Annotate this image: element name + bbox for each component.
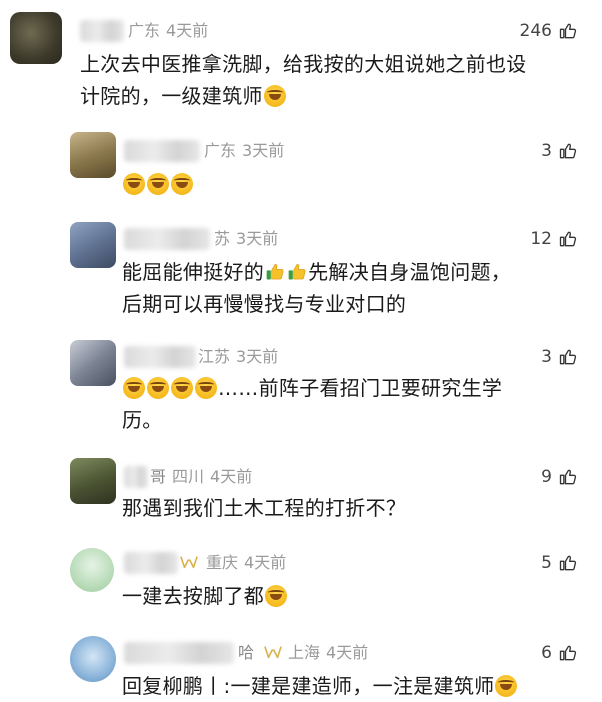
avatar[interactable] bbox=[10, 12, 62, 64]
username-fragment: 哥 bbox=[150, 467, 167, 486]
laugh-emoji-icon bbox=[123, 173, 145, 195]
timestamp: 4天前 bbox=[210, 467, 253, 486]
laugh-emoji-icon bbox=[495, 675, 518, 697]
avatar[interactable] bbox=[70, 340, 116, 386]
laugh-emoji-icon bbox=[123, 377, 145, 399]
thumbs-up-emoji-icon bbox=[265, 261, 285, 283]
timestamp: 4天前 bbox=[166, 21, 209, 40]
laugh-emoji-icon bbox=[171, 173, 193, 195]
location: 江苏 bbox=[198, 347, 231, 366]
username-blurred[interactable] bbox=[124, 552, 178, 574]
comment-text: 那遇到我们土木工程的打折不？ bbox=[122, 492, 406, 524]
comment-meta: 哥四川 4天前 bbox=[150, 466, 252, 488]
timestamp: 3天前 bbox=[236, 347, 279, 366]
laugh-emoji-icon bbox=[171, 377, 193, 399]
thumbs-up-icon bbox=[558, 229, 578, 249]
username-blurred[interactable] bbox=[124, 346, 196, 368]
comment-meta: 广东 3天前 bbox=[204, 140, 284, 162]
thumbs-up-emoji-icon bbox=[287, 261, 307, 283]
comment-text-line: 那遇到我们土木工程的打折不？ bbox=[122, 496, 407, 520]
username-blurred[interactable] bbox=[124, 466, 148, 488]
comment-text-line: 上次去中医推拿洗脚，给我按的大姐说她之前也设 bbox=[80, 52, 527, 76]
thumbs-up-icon bbox=[558, 643, 578, 663]
timestamp: 3天前 bbox=[236, 229, 279, 248]
like-button[interactable]: 3 bbox=[541, 346, 578, 368]
comment-meta: 苏 3天前 bbox=[214, 228, 278, 250]
like-button[interactable]: 12 bbox=[530, 228, 578, 250]
comment-text: 能屈能伸挺好的 先解决自身温饱问题， 后期可以再慢慢找与专业对口的 bbox=[122, 256, 511, 320]
location: 苏 bbox=[214, 229, 231, 248]
location: 广东 bbox=[204, 141, 237, 160]
like-count: 9 bbox=[541, 467, 552, 487]
thumbs-up-icon bbox=[558, 141, 578, 161]
like-button[interactable]: 3 bbox=[541, 140, 578, 162]
thumbs-up-icon bbox=[558, 553, 578, 573]
like-count: 3 bbox=[541, 141, 552, 161]
avatar[interactable] bbox=[70, 458, 116, 504]
location: 广东 bbox=[128, 21, 161, 40]
comment-text-line: ……前阵子看招门卫要研究生学 bbox=[122, 372, 502, 404]
username-blurred[interactable] bbox=[124, 140, 200, 162]
comment-text-segment: 一建去按脚了都 bbox=[122, 584, 265, 608]
vip-badge-icon bbox=[180, 555, 198, 569]
comment-text-segment: 回复柳鹏丨:一建是建造师，一注是建筑师 bbox=[122, 674, 495, 698]
laugh-emoji-icon bbox=[195, 377, 217, 399]
username-blurred[interactable] bbox=[124, 228, 210, 250]
comment-text: 回复柳鹏丨:一建是建造师，一注是建筑师 bbox=[122, 670, 518, 702]
comment-text-segment: 计院的，一级建筑师 bbox=[80, 84, 263, 108]
like-button[interactable]: 9 bbox=[541, 466, 578, 488]
comment-text-segment: 能屈能伸挺好的 bbox=[122, 260, 265, 284]
comment-text-segment: ……前阵子看招门卫要研究生学 bbox=[218, 376, 503, 400]
timestamp: 4天前 bbox=[244, 553, 287, 572]
avatar[interactable] bbox=[70, 636, 116, 682]
location: 重庆 bbox=[206, 553, 239, 572]
laugh-emoji-icon bbox=[147, 173, 169, 195]
vip-badge-icon bbox=[264, 645, 282, 659]
comment-text-segment: 先解决自身温饱问题， bbox=[308, 260, 512, 284]
comment-text: 一建去按脚了都 bbox=[122, 580, 288, 612]
username-blurred[interactable] bbox=[80, 20, 124, 42]
avatar[interactable] bbox=[70, 222, 116, 268]
avatar[interactable] bbox=[70, 132, 116, 178]
like-button[interactable]: 5 bbox=[541, 552, 578, 574]
comment-text-line: 回复柳鹏丨:一建是建造师，一注是建筑师 bbox=[122, 670, 518, 702]
comment-text-line: 一建去按脚了都 bbox=[122, 580, 288, 612]
comment-text: ……前阵子看招门卫要研究生学 历。 bbox=[122, 372, 502, 436]
laugh-emoji-icon bbox=[147, 377, 169, 399]
like-count: 3 bbox=[541, 347, 552, 367]
username-blurred[interactable] bbox=[124, 642, 234, 664]
username-fragment: 哈 bbox=[238, 643, 255, 662]
timestamp: 3天前 bbox=[242, 141, 285, 160]
location: 上海 bbox=[288, 643, 321, 662]
thumbs-up-icon bbox=[558, 467, 578, 487]
timestamp: 4天前 bbox=[326, 643, 369, 662]
like-count: 5 bbox=[541, 553, 552, 573]
thumbs-up-icon bbox=[558, 21, 578, 41]
laugh-emoji-icon bbox=[263, 85, 286, 107]
location: 四川 bbox=[172, 467, 205, 486]
comment-text-line: 计院的，一级建筑师 bbox=[80, 80, 527, 112]
comment-meta: 广东 4天前 bbox=[128, 20, 208, 42]
comment-text-line: 历。 bbox=[122, 408, 163, 432]
like-count: 12 bbox=[530, 229, 552, 249]
like-button[interactable]: 246 bbox=[520, 20, 578, 42]
comment-meta: 哈 上海 4天前 bbox=[238, 642, 368, 664]
like-count: 246 bbox=[519, 21, 552, 41]
comment-meta: 重庆 4天前 bbox=[180, 552, 286, 574]
like-count: 6 bbox=[541, 643, 552, 663]
like-button[interactable]: 6 bbox=[541, 642, 578, 664]
avatar[interactable] bbox=[70, 548, 114, 592]
comment-meta: 江苏 3天前 bbox=[198, 346, 278, 368]
thumbs-up-icon bbox=[558, 347, 578, 367]
laugh-emoji-icon bbox=[265, 585, 288, 607]
comment-text bbox=[122, 168, 194, 200]
comment-text: 上次去中医推拿洗脚，给我按的大姐说她之前也设 计院的，一级建筑师 bbox=[80, 48, 527, 112]
comment-text-line: 能屈能伸挺好的 先解决自身温饱问题， bbox=[122, 256, 511, 288]
comment-text-line: 后期可以再慢慢找与专业对口的 bbox=[122, 292, 407, 316]
